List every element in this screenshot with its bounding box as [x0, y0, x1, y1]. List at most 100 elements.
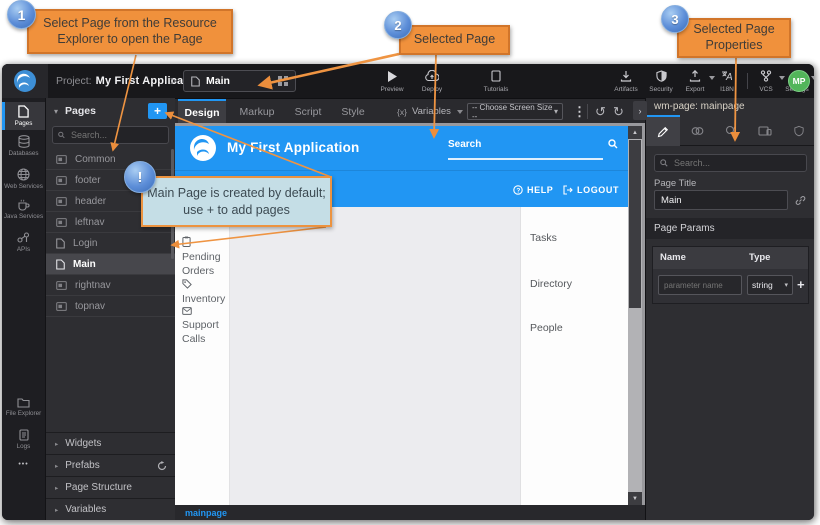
accordion-prefabs[interactable]: ▸ Prefabs [46, 454, 175, 476]
rail-item-pages[interactable]: Pages [2, 102, 45, 130]
tutorials-label: Tutorials [484, 86, 509, 93]
rail-item-web-services[interactable]: Web Services [2, 162, 45, 196]
artifacts-button[interactable]: Artifacts [607, 67, 645, 95]
rail-item-file-explorer[interactable]: File Explorer [2, 390, 45, 424]
tab-security[interactable] [782, 115, 814, 146]
tab-bindings[interactable] [680, 115, 714, 146]
menu-item-directory[interactable]: Directory [530, 278, 572, 290]
step-callout-1: Select Page from the Resource Explorer t… [27, 9, 233, 54]
canvas-scrollbar[interactable]: ▲ ▼ [628, 126, 642, 505]
menu-item-support-calls[interactable]: Support Calls [182, 304, 226, 346]
page-item-login[interactable]: Login [46, 233, 175, 254]
artifacts-label: Artifacts [614, 86, 637, 93]
page-item-main[interactable]: Main [46, 254, 175, 275]
rail-item-databases[interactable]: Databases [2, 133, 45, 159]
accordion-variables[interactable]: ▸ Variables [46, 498, 175, 520]
undo-icon[interactable]: ↺ [595, 99, 606, 124]
tutorials-button[interactable]: Tutorials [475, 67, 517, 95]
tab-devices[interactable] [748, 115, 782, 146]
refresh-icon[interactable] [157, 461, 167, 471]
app-left-menu: Pending Orders Inventory Support Calls [175, 207, 230, 505]
add-param-button[interactable]: + [797, 277, 805, 292]
pages-search-input[interactable] [69, 129, 163, 141]
scroll-up-icon[interactable]: ▲ [628, 126, 642, 139]
bind-link-icon[interactable] [795, 195, 806, 206]
ide-window: Project: My First Application > Main Pre… [2, 64, 814, 520]
menu-item-pending-orders[interactable]: Pending Orders [182, 236, 226, 278]
toolbar-separator [587, 104, 588, 119]
pages-panel: ▾ Pages + Common footer header [45, 98, 175, 520]
rail-more-icon[interactable]: ••• [2, 458, 45, 470]
export-button[interactable]: Export [677, 67, 713, 95]
redo-icon[interactable]: ↻ [613, 99, 624, 124]
deploy-button[interactable]: Deploy [411, 67, 453, 95]
menu-item-tasks[interactable]: Tasks [530, 232, 557, 244]
accordion-page-structure[interactable]: ▸ Page Structure [46, 476, 175, 498]
open-page-tab-label: Main [206, 75, 278, 87]
pages-grid-icon[interactable] [278, 76, 288, 86]
help-link[interactable]: ? HELP [513, 171, 553, 208]
pages-search[interactable] [52, 126, 169, 144]
help-icon: ? [513, 185, 523, 195]
app-search-placeholder[interactable]: Search [448, 139, 481, 150]
tab-markup[interactable]: Markup [233, 99, 281, 124]
param-type-select[interactable]: string ▾ [747, 275, 793, 295]
tab-script[interactable]: Script [287, 99, 329, 124]
export-label: Export [686, 86, 705, 93]
add-page-button[interactable]: + [148, 103, 167, 119]
tab-seo[interactable] [714, 115, 748, 146]
page-item-common[interactable]: Common [46, 149, 175, 170]
param-name-input[interactable] [658, 275, 742, 295]
screen-size-select[interactable]: -- Choose Screen Size -- ▾ [467, 103, 563, 120]
wavemaker-logo[interactable] [2, 64, 48, 98]
scroll-down-icon[interactable]: ▼ [628, 492, 642, 505]
variables-menu[interactable]: Variables [412, 99, 451, 124]
rail-item-logs[interactable]: Logs [2, 425, 45, 453]
open-page-tab[interactable]: Main [183, 70, 296, 92]
accordion-widgets[interactable]: ▸ Widgets [46, 432, 175, 454]
canvas-status-bar: mainpage [175, 505, 645, 520]
partial-icon [56, 155, 67, 164]
partial-icon [56, 176, 67, 185]
settings-caret-icon [811, 76, 814, 80]
logout-link[interactable]: LOGOUT [563, 171, 619, 208]
deploy-label: Deploy [422, 86, 442, 93]
page-item-rightnav[interactable]: rightnav [46, 275, 175, 296]
preview-button[interactable]: Preview [371, 67, 413, 95]
resource-rail: Pages Databases Web Services Java Servic… [2, 98, 45, 520]
i18n-button[interactable]: A I18N [710, 67, 744, 95]
page-content-area[interactable] [230, 207, 520, 505]
page-file-icon [56, 238, 65, 249]
page-params-header[interactable]: Page Params [646, 218, 814, 239]
devices-icon [758, 126, 772, 136]
menu-item-inventory[interactable]: Inventory [182, 278, 226, 306]
envelope-icon [182, 307, 192, 315]
status-tab-mainpage[interactable]: mainpage [185, 508, 227, 518]
properties-search-input[interactable] [672, 157, 766, 169]
vcs-button[interactable]: VCS [750, 67, 782, 95]
tab-style[interactable]: Style [333, 99, 373, 124]
i18n-translate-icon: A [721, 69, 734, 82]
properties-search[interactable] [654, 154, 807, 172]
scrollbar-thumb[interactable] [629, 140, 641, 308]
page-title-input[interactable] [654, 190, 788, 210]
menu-item-people[interactable]: People [530, 322, 563, 334]
step-badge-2: 2 [384, 11, 412, 39]
screen-size-caret-icon: ▾ [554, 107, 558, 116]
tutorials-icon [491, 69, 501, 82]
app-search-icon[interactable] [608, 139, 618, 149]
page-file-icon [56, 259, 65, 270]
tab-properties[interactable] [646, 115, 680, 146]
rail-item-apis[interactable]: APIs [2, 228, 45, 256]
page-item-topnav[interactable]: topnav [46, 296, 175, 317]
pages-collapse-icon: ▾ [54, 107, 58, 116]
tab-design[interactable]: Design [178, 99, 226, 124]
security-button[interactable]: Security [643, 67, 679, 95]
rail-item-java-services[interactable]: Java Services [2, 192, 45, 226]
properties-panel-header: wm-page: mainpage [646, 98, 814, 115]
collapse-panel-button[interactable]: › [633, 101, 647, 120]
user-avatar[interactable]: MP [788, 70, 810, 92]
col-type: Type [749, 252, 770, 263]
export-upload-icon [689, 69, 701, 82]
more-options-icon[interactable]: ⋮ [573, 99, 586, 124]
